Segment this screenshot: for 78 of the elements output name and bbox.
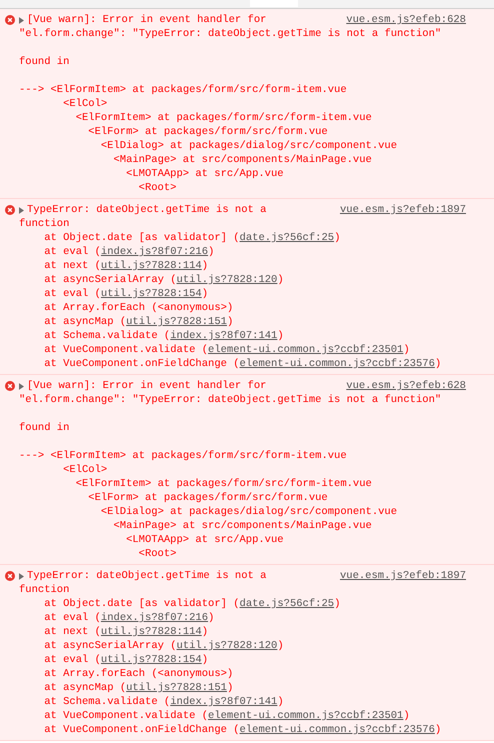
stack-line: at asyncSerialArray (util.js?7828:120) — [43, 639, 285, 653]
source-link[interactable]: index.js?8f07:141 — [170, 696, 278, 708]
component-line: <MainPage> at src/components/MainPage.vue — [113, 519, 372, 533]
message-text: function — [19, 583, 70, 597]
component-line: <ElFormItem> at packages/form/src/form-item.vue — [50, 449, 347, 463]
component-line: <ElCol> — [63, 463, 108, 477]
source-link[interactable]: element-ui.common.js?ccbf:23576 — [240, 724, 435, 736]
message-text: [Vue warn]: Error in event handler for — [27, 379, 268, 393]
source-link[interactable]: util.js?7828:151 — [126, 682, 227, 694]
stack-line: at eval (index.js?8f07:216) — [43, 611, 216, 625]
message-text: "el.form.change": "TypeError: dateObject.getTime is not a function" — [19, 27, 442, 41]
stack-line: at asyncMap (util.js?7828:151) — [43, 315, 234, 329]
source-link[interactable]: index.js?8f07:141 — [170, 330, 278, 342]
component-line: <ElFormItem> at packages/form/src/form-item.vue — [76, 111, 372, 125]
source-link[interactable]: vue.esm.js?efeb:1897 — [340, 203, 466, 217]
message-text: "el.form.change": "TypeError: dateObject.getTime is not a function" — [19, 393, 442, 407]
message-text: found in — [19, 55, 70, 69]
source-link[interactable]: index.js?8f07:216 — [100, 246, 208, 258]
source-link[interactable]: element-ui.common.js?ccbf:23501 — [208, 344, 404, 356]
component-line: <ElFormItem> at packages/form/src/form-item.vue — [76, 477, 372, 491]
stack-line: at VueComponent.validate (element-ui.common.js?ccbf:23501) — [43, 343, 411, 357]
component-line: <ElDialog> at packages/dialog/src/component.vue — [100, 505, 398, 519]
error-icon — [5, 205, 15, 215]
stack-line: at asyncMap (util.js?7828:151) — [43, 681, 234, 695]
stack-line: at eval (util.js?7828:154) — [43, 287, 210, 301]
expand-icon[interactable] — [19, 572, 24, 580]
stack-line: at Array.forEach (<anonymous>) — [43, 667, 234, 681]
error-icon — [5, 15, 15, 25]
component-line: <LMOTAApp> at src/App.vue — [126, 533, 284, 547]
stack-line: at eval (util.js?7828:154) — [43, 653, 210, 667]
expand-icon[interactable] — [19, 206, 24, 214]
message-text: TypeError: dateObject.getTime is not a — [27, 203, 268, 217]
stack-line: at VueComponent.onFieldChange (element-ui.common.js?ccbf:23576) — [43, 723, 442, 737]
source-link[interactable]: date.js?56cf:25 — [240, 232, 334, 244]
stack-line: at next (util.js?7828:114) — [43, 259, 210, 273]
source-link[interactable]: date.js?56cf:25 — [240, 598, 334, 610]
component-line: <ElForm> at packages/form/src/form.vue — [88, 491, 328, 505]
component-line: <ElForm> at packages/form/src/form.vue — [88, 125, 328, 139]
source-link[interactable]: vue.esm.js?efeb:628 — [346, 13, 466, 27]
source-link[interactable]: element-ui.common.js?ccbf:23576 — [240, 358, 435, 370]
stack-line: at Schema.validate (index.js?8f07:141) — [43, 695, 285, 709]
component-line: <Root> — [138, 547, 176, 561]
component-line: <MainPage> at src/components/MainPage.vue — [113, 153, 372, 167]
component-line: <ElDialog> at packages/dialog/src/component.vue — [100, 139, 398, 153]
stack-line: at asyncSerialArray (util.js?7828:120) — [43, 273, 285, 287]
message-text: TypeError: dateObject.getTime is not a — [27, 569, 268, 583]
source-link[interactable]: element-ui.common.js?ccbf:23501 — [208, 710, 404, 722]
stack-line: at eval (index.js?8f07:216) — [43, 245, 216, 259]
message-text: [Vue warn]: Error in event handler for — [27, 13, 268, 27]
stack-line: at Object.date [as validator] (date.js?56cf:25) — [43, 231, 342, 245]
expand-icon[interactable] — [19, 382, 24, 390]
component-line: <LMOTAApp> at src/App.vue — [126, 167, 284, 181]
tree-arrow: ---> — [19, 449, 46, 463]
source-link[interactable]: util.js?7828:114 — [100, 260, 202, 272]
component-line: <ElFormItem> at packages/form/src/form-item.vue — [50, 83, 347, 97]
source-link[interactable]: util.js?7828:151 — [126, 316, 227, 328]
source-link[interactable]: util.js?7828:120 — [176, 640, 278, 652]
stack-line: at next (util.js?7828:114) — [43, 625, 210, 639]
message-text: found in — [19, 421, 70, 435]
component-line: <ElCol> — [63, 97, 108, 111]
stack-line: at Array.forEach (<anonymous>) — [43, 301, 234, 315]
source-link[interactable]: util.js?7828:154 — [100, 288, 202, 300]
error-icon — [5, 381, 15, 391]
stack-line: at VueComponent.validate (element-ui.common.js?ccbf:23501) — [43, 709, 411, 723]
stack-line: at Object.date [as validator] (date.js?56cf:25) — [43, 597, 342, 611]
message-text: function — [19, 217, 70, 231]
error-icon — [5, 571, 15, 581]
tree-arrow: ---> — [19, 83, 46, 97]
source-link[interactable]: vue.esm.js?efeb:628 — [346, 379, 466, 393]
stack-line: at VueComponent.onFieldChange (element-ui.common.js?ccbf:23576) — [43, 357, 442, 371]
source-link[interactable]: vue.esm.js?efeb:1897 — [340, 569, 466, 583]
source-link[interactable]: index.js?8f07:216 — [100, 612, 208, 624]
source-link[interactable]: util.js?7828:114 — [100, 626, 202, 638]
source-link[interactable]: util.js?7828:154 — [100, 654, 202, 666]
stack-line: at Schema.validate (index.js?8f07:141) — [43, 329, 285, 343]
source-link[interactable]: util.js?7828:120 — [176, 274, 278, 286]
expand-icon[interactable] — [19, 16, 24, 24]
component-line: <Root> — [138, 181, 176, 195]
